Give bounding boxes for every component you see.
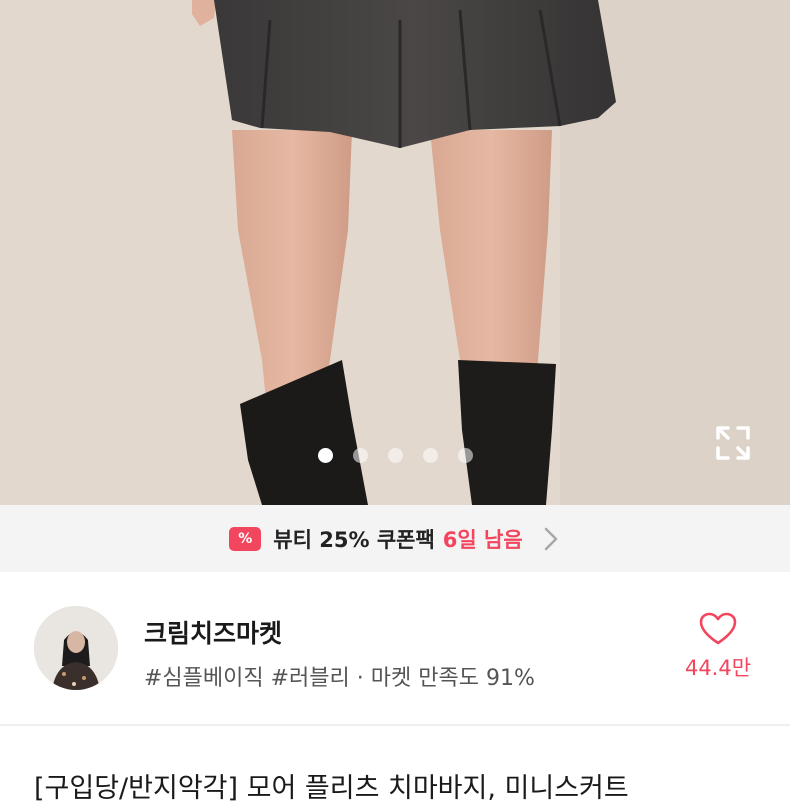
product-photo xyxy=(0,0,790,505)
pagination-dot[interactable] xyxy=(457,448,473,463)
coupon-banner[interactable]: % 뷰티 25% 쿠폰팩 6일 남음 xyxy=(0,505,790,572)
gallery-pagination xyxy=(0,448,790,463)
heart-icon xyxy=(699,612,737,645)
coupon-icon: % xyxy=(229,526,262,551)
seller-tags: #심플베이직 #러블리 · 마켓 만족도 91% xyxy=(144,666,535,691)
seller-section: 크림치즈마켓 #심플베이직 #러블리 · 마켓 만족도 91% 44.4만 xyxy=(0,572,790,724)
pagination-dot[interactable] xyxy=(352,448,368,463)
coupon-label: 뷰티 25% 쿠폰팩 xyxy=(273,527,435,552)
pagination-dot[interactable] xyxy=(387,448,403,463)
like-button[interactable]: 44.4만 xyxy=(670,612,766,682)
expand-icon[interactable] xyxy=(712,422,754,464)
chevron-right-icon xyxy=(544,527,557,550)
avatar[interactable] xyxy=(34,606,118,690)
product-image-gallery[interactable] xyxy=(0,0,790,505)
section-divider xyxy=(0,724,790,726)
pagination-dot[interactable] xyxy=(317,448,333,463)
product-title: [구입당/반지악각] 모어 플리츠 치마바지, 미니스커트 xyxy=(34,773,629,804)
like-count: 44.4만 xyxy=(684,656,752,680)
pagination-dot[interactable] xyxy=(422,448,438,463)
seller-name[interactable]: 크림치즈마켓 xyxy=(144,614,282,650)
coupon-days-left: 6일 남음 xyxy=(442,527,523,552)
